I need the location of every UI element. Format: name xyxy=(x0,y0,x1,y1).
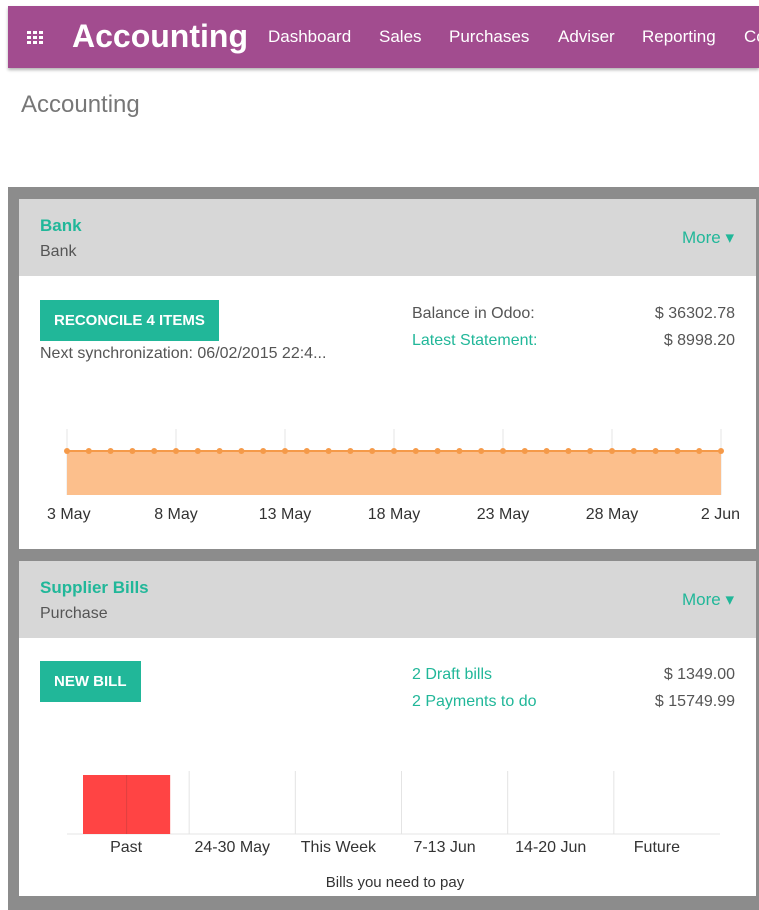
bills-to-pay-chart: Past 24-30 May This Week 7-13 Jun 14-20 Jun F… xyxy=(67,771,720,891)
balance-point xyxy=(456,448,463,454)
breadcrumb: Accounting xyxy=(21,91,140,118)
balance-point xyxy=(107,448,114,454)
x-tick-label: 3 May xyxy=(47,506,91,523)
balance-point xyxy=(369,448,376,454)
x-tick-label: 8 May xyxy=(154,506,198,523)
bank-card-title[interactable]: Bank xyxy=(40,216,82,236)
payments-to-do-link[interactable]: 2 Payments to do xyxy=(412,693,537,711)
x-tick-label: Future xyxy=(634,839,680,856)
balance-point xyxy=(543,448,550,454)
balance-point xyxy=(391,448,397,454)
nav-adviser[interactable]: Adviser xyxy=(558,27,615,47)
balance-point xyxy=(85,448,92,454)
x-tick-label: 18 May xyxy=(368,506,420,523)
app-title: Accounting xyxy=(72,18,248,54)
balance-point xyxy=(609,448,615,454)
nav-purchases[interactable]: Purchases xyxy=(449,27,529,47)
bank-more-dropdown[interactable]: More ▾ xyxy=(682,228,734,248)
balance-point xyxy=(478,448,485,454)
supplier-card-header: Supplier Bills Purchase More ▾ xyxy=(19,561,756,638)
x-tick-label: 14-20 Jun xyxy=(515,839,586,856)
balance-point xyxy=(565,448,572,454)
x-tick-label: Past xyxy=(110,839,143,856)
balance-point xyxy=(696,448,703,454)
balance-area xyxy=(67,451,721,495)
apps-grid-icon[interactable] xyxy=(27,31,44,44)
balance-point xyxy=(129,448,136,454)
balance-value: $ 36302.78 xyxy=(654,305,735,322)
supplier-bills-card: Supplier Bills Purchase More ▾ NEW BILL … xyxy=(19,561,756,896)
latest-statement-link[interactable]: Latest Statement: xyxy=(412,332,537,350)
bank-journal-card: Bank Bank More ▾ RECONCILE 4 ITEMS Next … xyxy=(19,199,756,549)
bank-card-header: Bank Bank More ▾ xyxy=(19,199,756,276)
draft-bills-link[interactable]: 2 Draft bills xyxy=(412,666,492,684)
payments-to-do-value: $ 15749.99 xyxy=(654,693,735,710)
x-axis-label: Bills you need to pay xyxy=(326,874,465,891)
balance-point xyxy=(718,448,724,454)
nav-reporting[interactable]: Reporting xyxy=(642,27,716,47)
balance-point xyxy=(151,448,158,454)
balance-point xyxy=(260,448,267,454)
x-tick-label: 13 May xyxy=(259,506,311,523)
x-tick-label: 28 May xyxy=(586,506,638,523)
x-tick-label: 2 Jun xyxy=(701,506,740,523)
reconcile-button[interactable]: RECONCILE 4 ITEMS xyxy=(40,300,219,341)
bank-card-subtitle: Bank xyxy=(40,243,77,260)
balance-point xyxy=(434,448,441,454)
balance-point xyxy=(64,448,70,454)
supplier-more-dropdown[interactable]: More ▾ xyxy=(682,590,734,610)
balance-point xyxy=(216,448,223,454)
balance-point xyxy=(303,448,310,454)
balance-point xyxy=(325,448,332,454)
balance-point xyxy=(587,448,594,454)
x-tick-label: 7-13 Jun xyxy=(413,839,475,856)
nav-configuration[interactable]: Co xyxy=(744,27,759,47)
balance-point xyxy=(500,448,506,454)
new-bill-button[interactable]: NEW BILL xyxy=(40,661,141,702)
balance-point xyxy=(282,448,288,454)
balance-point xyxy=(521,448,528,454)
x-tick-label: This Week xyxy=(301,839,377,856)
draft-bills-value: $ 1349.00 xyxy=(663,666,735,683)
bank-balance-chart: 3 May 8 May 13 May 18 May 23 May 28 May 2 Jun xyxy=(47,429,740,523)
balance-point xyxy=(194,448,201,454)
x-tick-label: 24-30 May xyxy=(194,839,270,856)
balance-point xyxy=(652,448,659,454)
balance-point xyxy=(412,448,419,454)
balance-point xyxy=(238,448,245,454)
nav-dashboard[interactable]: Dashboard xyxy=(268,27,351,47)
next-sync-text: Next synchronization: 06/02/2015 22:4... xyxy=(40,345,327,362)
balance-label: Balance in Odoo: xyxy=(412,305,535,322)
supplier-card-title[interactable]: Supplier Bills xyxy=(40,578,149,598)
balance-point xyxy=(630,448,637,454)
supplier-card-subtitle: Purchase xyxy=(40,605,108,622)
x-tick-label: 23 May xyxy=(477,506,529,523)
top-navbar: Accounting Dashboard Sales Purchases Adv… xyxy=(8,6,759,68)
latest-statement-value: $ 8998.20 xyxy=(663,332,735,349)
balance-point xyxy=(674,448,681,454)
balance-point xyxy=(173,448,179,454)
nav-sales[interactable]: Sales xyxy=(379,27,422,47)
balance-point xyxy=(347,448,354,454)
